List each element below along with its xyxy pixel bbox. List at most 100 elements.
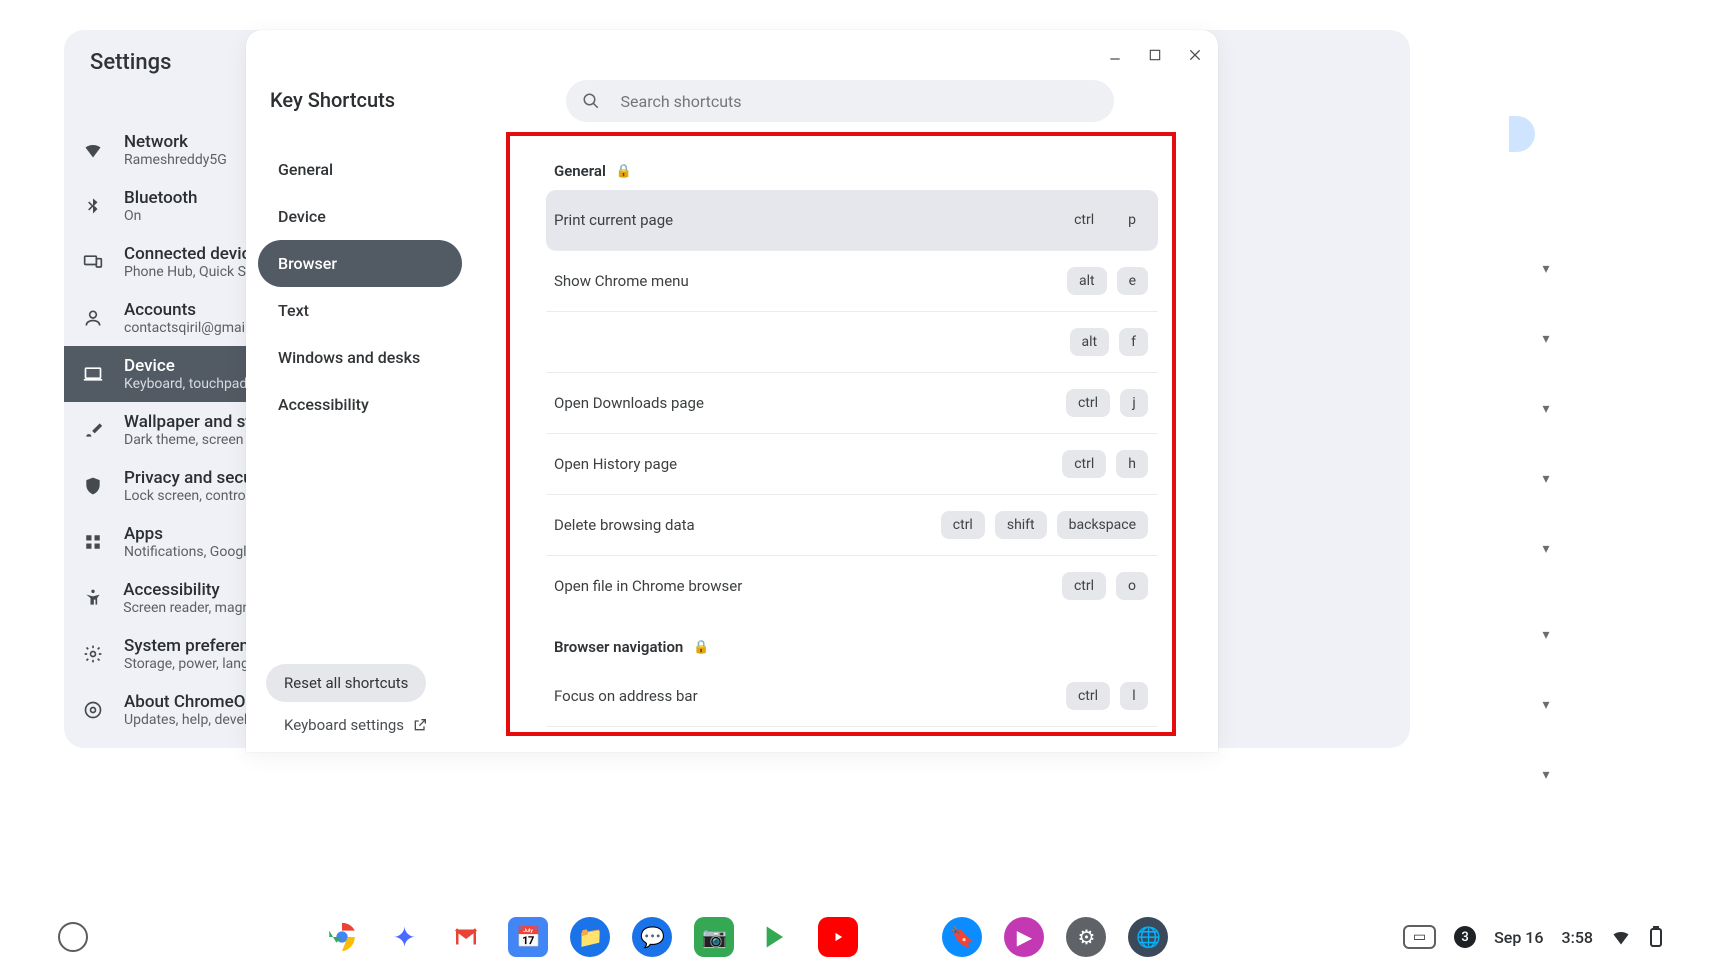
keycap: alt <box>1070 328 1110 356</box>
keycap: j <box>1120 389 1148 417</box>
settings-title: Settings <box>90 50 171 75</box>
keycap: p <box>1116 206 1148 234</box>
chevron-down-icon: ▾ <box>1533 466 1559 492</box>
shortcut-row[interactable]: Open History page ctrl h <box>546 434 1158 495</box>
chevron-down-icon: ▾ <box>1533 396 1559 422</box>
shortcuts-list[interactable]: General 🔒 Print current page ctrl p Show… <box>546 158 1158 732</box>
keycap: ctrl <box>1062 206 1106 234</box>
minimize-button[interactable] <box>1102 42 1128 68</box>
sidebar-item-label: Network <box>124 132 227 152</box>
section-header-label: Browser navigation <box>554 638 683 656</box>
status-tray[interactable]: ▭ 3 Sep 16 3:58 <box>1403 925 1663 949</box>
gemini-app-icon[interactable]: ✦ <box>384 917 424 957</box>
play-store-app-icon[interactable] <box>756 917 796 957</box>
keyboard-settings-label: Keyboard settings <box>284 716 404 734</box>
keyboard-settings-link[interactable]: Keyboard settings <box>266 716 428 734</box>
messages-app-icon[interactable]: 💬 <box>632 917 672 957</box>
keycap: l <box>1120 682 1148 710</box>
shortcut-keys: alt e <box>1067 267 1148 295</box>
shortcut-keys: ctrl shift backspace <box>941 511 1148 539</box>
external-link-icon <box>412 717 428 733</box>
category-general[interactable]: General <box>258 146 462 193</box>
shortcut-label: Show Chrome menu <box>554 272 689 290</box>
shortcut-keys: ctrl h <box>1062 450 1148 478</box>
search-shortcuts[interactable] <box>566 80 1114 122</box>
shield-icon <box>82 475 104 497</box>
shortcut-label: Open Downloads page <box>554 394 704 412</box>
app-icon-blue[interactable]: 🔖 <box>942 917 982 957</box>
shortcut-row[interactable]: Show Chrome menu alt e <box>546 251 1158 312</box>
keycap: ctrl <box>1066 682 1110 710</box>
photos-app-icon[interactable]: ❋ <box>880 917 920 957</box>
gmail-app-icon[interactable] <box>446 917 486 957</box>
wifi-status-icon <box>1611 927 1631 947</box>
settings-app-icon[interactable]: ⚙ <box>1066 917 1106 957</box>
keycap: ctrl <box>1062 450 1106 478</box>
brush-icon <box>82 419 104 441</box>
chevron-down-icon: ▾ <box>1533 622 1559 648</box>
files-app-icon[interactable]: 📁 <box>570 917 610 957</box>
section-header-label: General <box>554 162 606 180</box>
shortcut-row[interactable]: Focus on address bar ctrl l <box>546 666 1158 727</box>
section-header-browser-navigation: Browser navigation 🔒 <box>546 634 1158 666</box>
category-browser[interactable]: Browser <box>258 240 462 287</box>
category-device[interactable]: Device <box>258 193 462 240</box>
search-icon <box>582 91 601 111</box>
chevron-down-icon: ▾ <box>1533 326 1559 352</box>
shelf: ✦ 📅 📁 💬 📷 ❋ 🔖 ▶ ⚙ 🌐 ▭ 3 Sep 16 3:58 <box>58 912 1663 962</box>
shortcut-row[interactable]: Print current page ctrl p <box>546 190 1158 251</box>
phone-hub-icon[interactable]: ▭ <box>1403 925 1436 949</box>
reset-all-shortcuts-button[interactable]: Reset all shortcuts <box>266 664 426 702</box>
shortcut-keys: alt f <box>1070 328 1148 356</box>
chrome-icon <box>82 699 104 721</box>
shortcut-keys: ctrl p <box>1062 206 1148 234</box>
search-input[interactable] <box>621 92 1099 111</box>
shortcut-row[interactable]: Delete browsing data ctrl shift backspac… <box>546 495 1158 556</box>
keycap: shift <box>995 511 1047 539</box>
notification-count[interactable]: 3 <box>1454 926 1476 948</box>
app-icon-pink[interactable]: ▶ <box>1004 917 1044 957</box>
shortcut-keys: ctrl j <box>1066 389 1148 417</box>
app-icon-globe[interactable]: 🌐 <box>1128 917 1168 957</box>
keycap: f <box>1119 328 1148 356</box>
window-controls <box>1102 42 1208 68</box>
shortcut-row[interactable]: Open Downloads page ctrl j <box>546 373 1158 434</box>
chrome-app-icon[interactable] <box>322 917 362 957</box>
lock-icon: 🔒 <box>616 164 632 179</box>
category-accessibility[interactable]: Accessibility <box>258 381 462 428</box>
battery-status-icon <box>1649 926 1663 948</box>
close-button[interactable] <box>1182 42 1208 68</box>
bluetooth-icon <box>82 195 104 217</box>
maximize-button[interactable] <box>1142 42 1168 68</box>
key-shortcuts-window: Key Shortcuts General Device Browser Tex… <box>246 30 1218 752</box>
shortcut-row[interactable]: Open file in Chrome browser ctrl o <box>546 556 1158 616</box>
shortcut-row[interactable]: alt f <box>546 312 1158 373</box>
keycap: ctrl <box>941 511 985 539</box>
youtube-app-icon[interactable] <box>818 917 858 957</box>
camera-app-icon[interactable]: 📷 <box>694 917 734 957</box>
sidebar-item-sublabel: Rameshreddy5G <box>124 152 227 168</box>
shortcut-label: Print current page <box>554 211 673 229</box>
sidebar-item-sublabel: On <box>124 208 198 224</box>
category-windows-desks[interactable]: Windows and desks <box>258 334 462 381</box>
wifi-icon <box>82 139 104 161</box>
keycap: h <box>1116 450 1148 478</box>
shortcut-row[interactable]: alt d <box>546 727 1158 732</box>
laptop-icon <box>82 363 104 385</box>
keycap: e <box>1117 267 1148 295</box>
shelf-apps: ✦ 📅 📁 💬 📷 ❋ 🔖 ▶ ⚙ 🌐 <box>322 917 1168 957</box>
keycap: o <box>1116 572 1148 600</box>
category-list: General Device Browser Text Windows and … <box>258 146 462 428</box>
a11y-icon <box>82 587 103 609</box>
category-text[interactable]: Text <box>258 287 462 334</box>
devices-icon <box>82 251 104 273</box>
calendar-app-icon[interactable]: 📅 <box>508 917 548 957</box>
launcher-button[interactable] <box>58 922 88 952</box>
background-chip <box>1509 116 1535 152</box>
keycap: backspace <box>1057 511 1148 539</box>
keycap: ctrl <box>1066 389 1110 417</box>
chevron-down-icon: ▾ <box>1533 762 1559 788</box>
section-header-general: General 🔒 <box>546 158 1158 190</box>
grid-icon <box>82 531 104 553</box>
chevron-down-icon: ▾ <box>1533 692 1559 718</box>
